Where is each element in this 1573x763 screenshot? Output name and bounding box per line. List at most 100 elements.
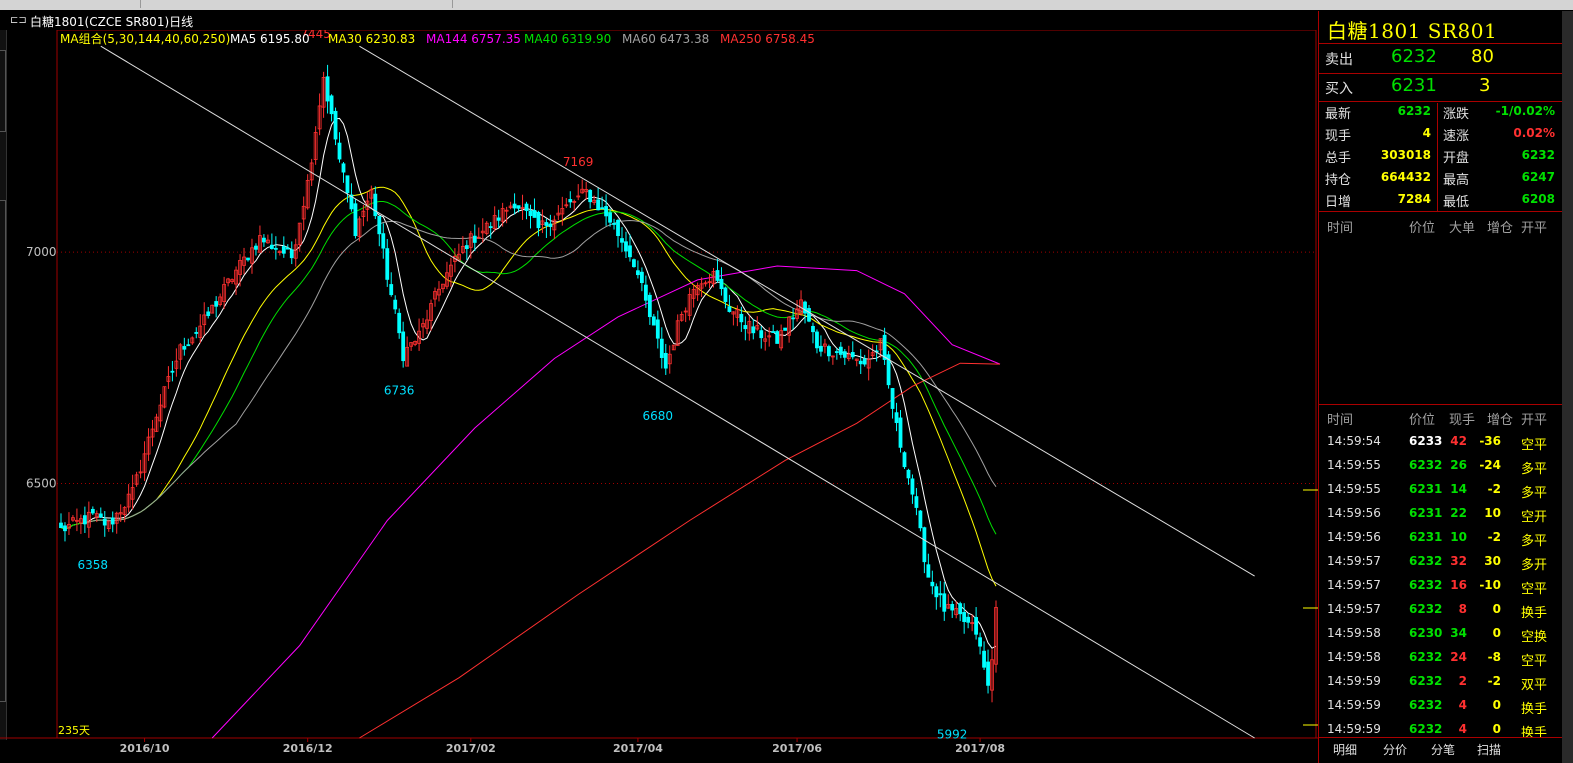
candle-body — [651, 316, 656, 326]
buy-label: 买入 — [1325, 81, 1353, 97]
tick-time: 14:59:55 — [1327, 458, 1381, 472]
price-annotation: 7169 — [563, 155, 594, 169]
candle-body — [568, 199, 573, 203]
tick-time: 14:59:59 — [1327, 674, 1381, 688]
tick-row[interactable]: 14:59:57 6232 16 -10 空平 — [1319, 574, 1562, 598]
candle-body — [389, 284, 394, 296]
tick-row[interactable]: 14:59:59 6232 2 -2 双平 — [1319, 670, 1562, 694]
tick-type: 多平 — [1521, 534, 1548, 549]
candle-body — [934, 586, 939, 598]
trendline — [359, 45, 1255, 577]
price-annotation: 5992 — [937, 728, 968, 742]
ma-legend-item: MA250 6758.45 — [720, 32, 815, 46]
tick-type: 换手 — [1521, 702, 1548, 717]
tick-qty: 22 — [1450, 506, 1467, 520]
candle-body — [333, 110, 338, 140]
sell-price[interactable]: 6232 — [1391, 46, 1437, 67]
candle-body — [262, 237, 266, 243]
tick-qty: 42 — [1450, 434, 1467, 448]
candle-body — [397, 312, 402, 334]
candle-body — [182, 346, 187, 350]
price-annotation: 6358 — [78, 558, 109, 572]
candle-body — [381, 233, 386, 249]
tick-row[interactable]: 14:59:56 6231 22 10 空开 — [1319, 502, 1562, 526]
tick-qty: 34 — [1450, 626, 1467, 640]
tab-trades[interactable]: 分笔 — [1431, 741, 1455, 758]
candle-body — [858, 360, 863, 365]
tick-qty: 10 — [1450, 530, 1467, 544]
tick-change: -10 — [1479, 578, 1501, 592]
candle-body — [472, 235, 477, 243]
divider — [1319, 101, 1562, 102]
tick-price: 6232 — [1409, 578, 1443, 592]
candle-body — [803, 301, 807, 314]
candle-body — [834, 351, 839, 353]
candle-body — [186, 344, 191, 347]
candle-body — [898, 417, 903, 448]
candle-body — [206, 311, 211, 317]
buy-price[interactable]: 6231 — [1391, 75, 1437, 96]
candle-body — [612, 223, 616, 225]
tab-price-levels[interactable]: 分价 — [1383, 741, 1407, 758]
tick-time: 14:59:57 — [1327, 554, 1381, 568]
tick-row[interactable]: 14:59:57 6232 32 30 多开 — [1319, 550, 1562, 574]
x-tick-label: 2017/04 — [613, 742, 663, 755]
stat-label: 开盘 — [1443, 151, 1470, 166]
tick-row[interactable]: 14:59:59 6232 4 0 换手 — [1319, 694, 1562, 718]
tick-price: 6231 — [1409, 530, 1443, 544]
candle-body — [982, 650, 986, 668]
stat-value: 303018 — [1380, 148, 1431, 162]
ma-line-ma5 — [60, 117, 997, 649]
candle-body — [254, 245, 258, 250]
big-orders-col-1: 价位 — [1409, 221, 1436, 236]
sell-label: 卖出 — [1325, 52, 1353, 68]
divider — [1319, 73, 1562, 74]
tick-time: 14:59:57 — [1327, 602, 1381, 616]
candle-body — [59, 522, 63, 529]
candle-body — [588, 189, 593, 203]
candlestick-chart[interactable]: 7000 6500 2016/10 2016/12 2017/02 2017/04 2017… — [0, 30, 1318, 763]
ticks-col-0: 时间 — [1327, 413, 1354, 428]
stat-value: 6232 — [1397, 104, 1431, 118]
candle-body — [600, 207, 605, 210]
candle-body — [624, 241, 628, 252]
toolbar-tab[interactable] — [0, 0, 141, 8]
tick-row[interactable]: 14:59:54 6233 42 -36 空平 — [1319, 430, 1562, 454]
tab-details[interactable]: 明细 — [1333, 741, 1357, 758]
tick-qty: 4 — [1458, 722, 1467, 736]
candle-body — [516, 205, 521, 209]
tab-scan[interactable]: 扫描 — [1477, 741, 1501, 758]
tick-change: -2 — [1487, 674, 1501, 688]
buy-qty: 3 — [1479, 75, 1491, 96]
candle-body — [636, 270, 640, 276]
stat-value: 0.02% — [1513, 126, 1555, 140]
candle-body — [910, 478, 915, 495]
candle-body — [771, 331, 776, 333]
big-orders-col-0: 时间 — [1327, 221, 1354, 236]
tick-row[interactable]: 14:59:58 6230 34 0 空换 — [1319, 622, 1562, 646]
window-menu-icon[interactable]: ⊏⊐ — [10, 15, 27, 26]
candle-body — [791, 317, 795, 320]
toolbar-tab[interactable] — [142, 0, 453, 8]
panel-scrollbar[interactable] — [1562, 11, 1573, 763]
tick-row[interactable]: 14:59:55 6231 14 -2 多平 — [1319, 478, 1562, 502]
tick-price: 6231 — [1409, 482, 1443, 496]
tick-row[interactable]: 14:59:58 6232 24 -8 空平 — [1319, 646, 1562, 670]
candle-body — [811, 326, 815, 333]
candle-body — [532, 210, 537, 218]
ticks-col-3: 增仓 — [1487, 413, 1514, 428]
stat-label: 最新 — [1325, 107, 1352, 122]
candle-body — [751, 326, 756, 334]
y-tick-label: 6500 — [26, 476, 57, 490]
tick-row[interactable]: 14:59:56 6231 10 -2 多平 — [1319, 526, 1562, 550]
candle-body — [906, 469, 911, 479]
candle-body — [269, 244, 274, 249]
tick-qty: 8 — [1458, 602, 1467, 616]
candle-body — [719, 278, 724, 290]
top-toolbar — [0, 0, 1573, 10]
ma-legend-item: MA组合(5,30,144,40,60,250) — [60, 31, 230, 46]
tick-row[interactable]: 14:59:57 6232 8 0 换手 — [1319, 598, 1562, 622]
tick-row[interactable]: 14:59:55 6232 26 -24 多平 — [1319, 454, 1562, 478]
candle-body — [488, 226, 493, 228]
tick-price: 6232 — [1409, 458, 1443, 472]
